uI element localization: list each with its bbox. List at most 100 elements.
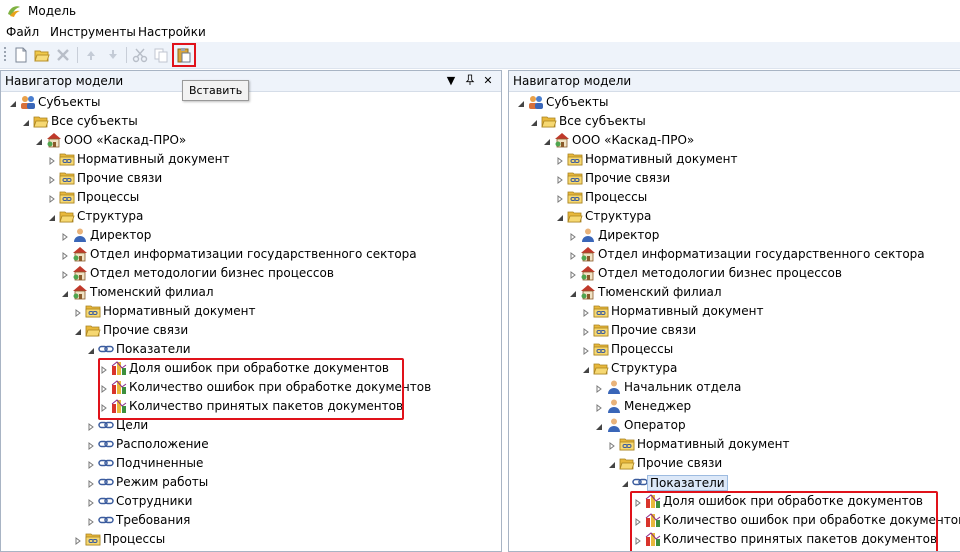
indicator-icon xyxy=(111,379,127,395)
tree-node-label: Процессы xyxy=(611,342,674,356)
collapsed-arrow-icon[interactable] xyxy=(87,420,97,431)
collapsed-arrow-icon[interactable] xyxy=(100,363,110,374)
collapsed-arrow-icon[interactable] xyxy=(569,249,579,260)
copy-button[interactable] xyxy=(152,46,170,64)
toolbar xyxy=(0,42,960,69)
expanded-arrow-icon xyxy=(23,120,29,126)
model-navigator-right: Навигатор модели Субъекты Все субъекты ООО… xyxy=(508,70,960,552)
expanded-arrow-icon[interactable] xyxy=(35,135,45,145)
folder-link-icon xyxy=(85,531,101,547)
expanded-arrow-icon[interactable] xyxy=(621,477,631,487)
link-icon xyxy=(632,474,648,490)
collapsed-arrow-icon[interactable] xyxy=(74,306,84,317)
expanded-arrow-icon[interactable] xyxy=(608,458,618,468)
collapsed-arrow-icon[interactable] xyxy=(634,534,644,545)
expanded-arrow-icon[interactable] xyxy=(582,363,592,373)
collapsed-arrow-icon[interactable] xyxy=(87,477,97,488)
collapsed-arrow-icon[interactable] xyxy=(582,325,592,336)
expanded-arrow-icon[interactable] xyxy=(61,287,71,297)
panel-menu-button[interactable]: ▼ xyxy=(445,74,457,88)
collapsed-arrow-icon[interactable] xyxy=(48,173,58,184)
expanded-arrow-icon[interactable] xyxy=(543,135,553,145)
collapsed-arrow-icon[interactable] xyxy=(48,192,58,203)
collapsed-arrow-icon[interactable] xyxy=(569,268,579,279)
tree-node-label: Структура xyxy=(77,209,144,223)
panel-header: Навигатор модели ▼ ✕ xyxy=(1,71,501,92)
tree-node-label: Прочие связи xyxy=(585,171,671,185)
folder-link-icon xyxy=(593,303,609,319)
collapsed-arrow-icon[interactable] xyxy=(48,154,58,165)
tree-node-label: Количество ошибок при обработке документ… xyxy=(663,513,960,527)
tree-node-label: Сотрудники xyxy=(116,494,193,508)
collapsed-arrow-icon[interactable] xyxy=(100,401,110,412)
tree-node-label: Нормативный документ xyxy=(77,152,230,166)
collapsed-arrow-icon[interactable] xyxy=(634,515,644,526)
tree-node-label: Подчиненные xyxy=(116,456,204,470)
panel-pin-button[interactable] xyxy=(464,74,476,88)
organization-icon xyxy=(72,246,88,262)
collapsed-arrow-icon xyxy=(557,176,563,184)
collapsed-arrow-icon[interactable] xyxy=(556,154,566,165)
expanded-arrow-icon[interactable] xyxy=(74,325,84,335)
collapsed-arrow-icon[interactable] xyxy=(61,268,71,279)
new-document-button[interactable] xyxy=(12,46,30,64)
open-button[interactable] xyxy=(33,46,51,64)
collapsed-arrow-icon[interactable] xyxy=(87,496,97,507)
collapsed-arrow-icon[interactable] xyxy=(556,173,566,184)
collapsed-arrow-icon xyxy=(49,195,55,203)
expanded-arrow-icon xyxy=(531,120,537,126)
collapsed-arrow-icon[interactable] xyxy=(61,230,71,241)
tree-node-label: Отдел методологии бизнес процессов xyxy=(90,266,334,280)
collapsed-arrow-icon xyxy=(635,518,641,526)
collapsed-arrow-icon[interactable] xyxy=(87,439,97,450)
expanded-arrow-icon[interactable] xyxy=(530,116,540,126)
move-down-button[interactable] xyxy=(104,46,122,64)
tree-node-label: Все субъекты xyxy=(51,114,138,128)
expanded-arrow-icon[interactable] xyxy=(569,287,579,297)
collapsed-arrow-icon[interactable] xyxy=(556,192,566,203)
collapsed-arrow-icon xyxy=(570,271,576,279)
expanded-arrow-icon[interactable] xyxy=(87,344,97,354)
link-icon xyxy=(98,512,114,528)
collapsed-arrow-icon[interactable] xyxy=(74,534,84,545)
menu-tools[interactable]: Инструменты xyxy=(50,25,136,39)
move-up-button[interactable] xyxy=(82,46,100,64)
collapsed-arrow-icon[interactable] xyxy=(582,306,592,317)
menu-file[interactable]: Файл xyxy=(6,25,39,39)
expanded-arrow-icon[interactable] xyxy=(9,97,19,107)
collapsed-arrow-icon[interactable] xyxy=(87,515,97,526)
collapsed-arrow-icon[interactable] xyxy=(582,344,592,355)
menu-settings[interactable]: Настройки xyxy=(138,25,206,39)
collapsed-arrow-icon[interactable] xyxy=(569,230,579,241)
expanded-arrow-icon[interactable] xyxy=(48,211,58,221)
expanded-arrow-icon[interactable] xyxy=(517,97,527,107)
panel-close-button[interactable]: ✕ xyxy=(482,74,494,88)
collapsed-arrow-icon[interactable] xyxy=(100,382,110,393)
collapsed-arrow-icon xyxy=(49,157,55,165)
collapsed-arrow-icon[interactable] xyxy=(87,458,97,469)
folder-link-icon xyxy=(59,189,75,205)
expanded-arrow-icon[interactable] xyxy=(595,420,605,430)
tree-node-label: Режим работы xyxy=(116,475,209,489)
cut-button[interactable] xyxy=(131,46,149,64)
link-icon xyxy=(98,341,114,357)
toolbar-grip[interactable] xyxy=(4,47,6,63)
expanded-arrow-icon xyxy=(609,462,615,468)
delete-button[interactable] xyxy=(54,46,72,64)
folder-open-icon xyxy=(619,455,635,471)
collapsed-arrow-icon[interactable] xyxy=(634,496,644,507)
expanded-arrow-icon[interactable] xyxy=(22,116,32,126)
collapsed-arrow-icon[interactable] xyxy=(608,439,618,450)
collapsed-arrow-icon[interactable] xyxy=(595,382,605,393)
expanded-arrow-icon xyxy=(49,215,55,221)
tree-node-label: Требования xyxy=(116,513,191,527)
collapsed-arrow-icon xyxy=(62,252,68,260)
collapsed-arrow-icon[interactable] xyxy=(595,401,605,412)
collapsed-arrow-icon[interactable] xyxy=(61,249,71,260)
person-icon xyxy=(606,417,622,433)
link-icon xyxy=(98,417,114,433)
expanded-arrow-icon[interactable] xyxy=(556,211,566,221)
title-bar: Модель xyxy=(0,0,960,22)
paste-button[interactable] xyxy=(172,43,196,67)
organization-icon xyxy=(46,132,62,148)
